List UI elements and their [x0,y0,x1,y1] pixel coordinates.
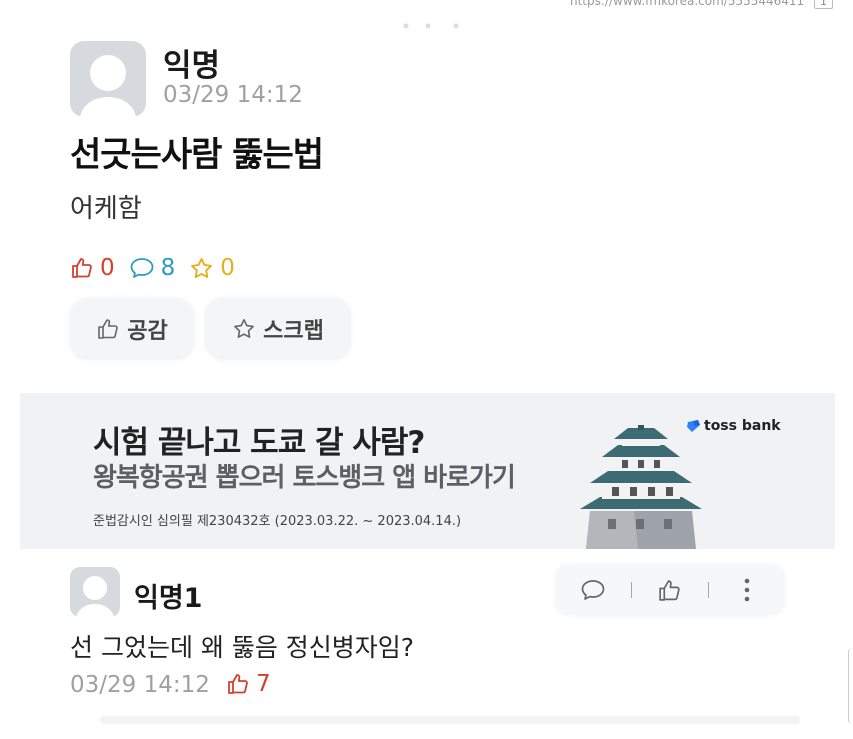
comment-more-button[interactable] [724,565,770,615]
action-divider [631,582,632,598]
comment-like-value: 7 [256,671,271,697]
post-stats: 0 8 0 [70,255,249,281]
comment-author-avatar[interactable] [70,567,120,617]
post-body: 어케함 [70,194,142,224]
comment-action-bar [556,565,784,615]
next-comment-edge [100,716,800,724]
speech-bubble-icon [130,258,154,278]
like-button[interactable]: 공감 [70,298,194,360]
speech-bubble-icon [581,580,605,600]
comment-body: 선 그었는데 왜 뚫음 정신병자임? [70,633,415,662]
star-icon [191,257,213,278]
url-bar: https://www.fmkorea.com/5555446411 1 [570,0,833,9]
ad-headline[interactable]: 시험 끝나고 도쿄 갈 사람? [93,417,425,462]
scrollbar[interactable] [848,648,853,724]
action-divider [708,582,709,598]
thumbs-up-icon [658,579,680,601]
scrap-button-label: 스크랩 [263,319,324,344]
comment-timestamp: 03/29 14:12 [70,672,210,698]
post-author-name[interactable]: 익명 [163,40,220,85]
ad-compliance-notice: 준법감시인 심의필 제230432호 (2023.03.22. ~ 2023.0… [93,514,462,529]
scrap-count-stat: 0 [189,255,235,281]
tab-count-indicator[interactable]: 1 [814,0,833,9]
url-text: https://www.fmkorea.com/5555446411 [569,0,805,8]
comment-author-name[interactable]: 익명1 [134,576,202,615]
like-count-stat: 0 [70,255,115,281]
scrap-button[interactable]: 스크랩 [205,298,351,360]
more-vertical-icon [744,578,750,602]
post-timestamp: 03/29 14:12 [163,82,303,108]
comment-count: 8 [160,255,176,281]
comment-reply-button[interactable] [570,565,616,615]
comment-like-count: 7 [226,671,271,697]
comment-count-stat: 8 [129,255,176,281]
castle-illustration [578,423,704,553]
thumbs-up-icon [98,319,119,339]
star-icon [234,319,255,338]
ad-brand-text: toss bank [704,418,781,434]
comment-like-button[interactable] [646,565,692,615]
thumbs-up-icon [228,674,248,694]
ad-subline[interactable]: 왕복항공권 뽑으러 토스뱅크 앱 바로가기 [93,457,516,494]
post-author-avatar[interactable] [70,41,146,117]
thumbs-up-icon [72,258,92,278]
scrap-count: 0 [220,255,235,281]
like-count: 0 [100,255,115,281]
like-button-label: 공감 [127,319,168,344]
scroll-indicator [398,14,468,29]
post-title: 선긋는사람 뚫는법 [70,135,324,175]
